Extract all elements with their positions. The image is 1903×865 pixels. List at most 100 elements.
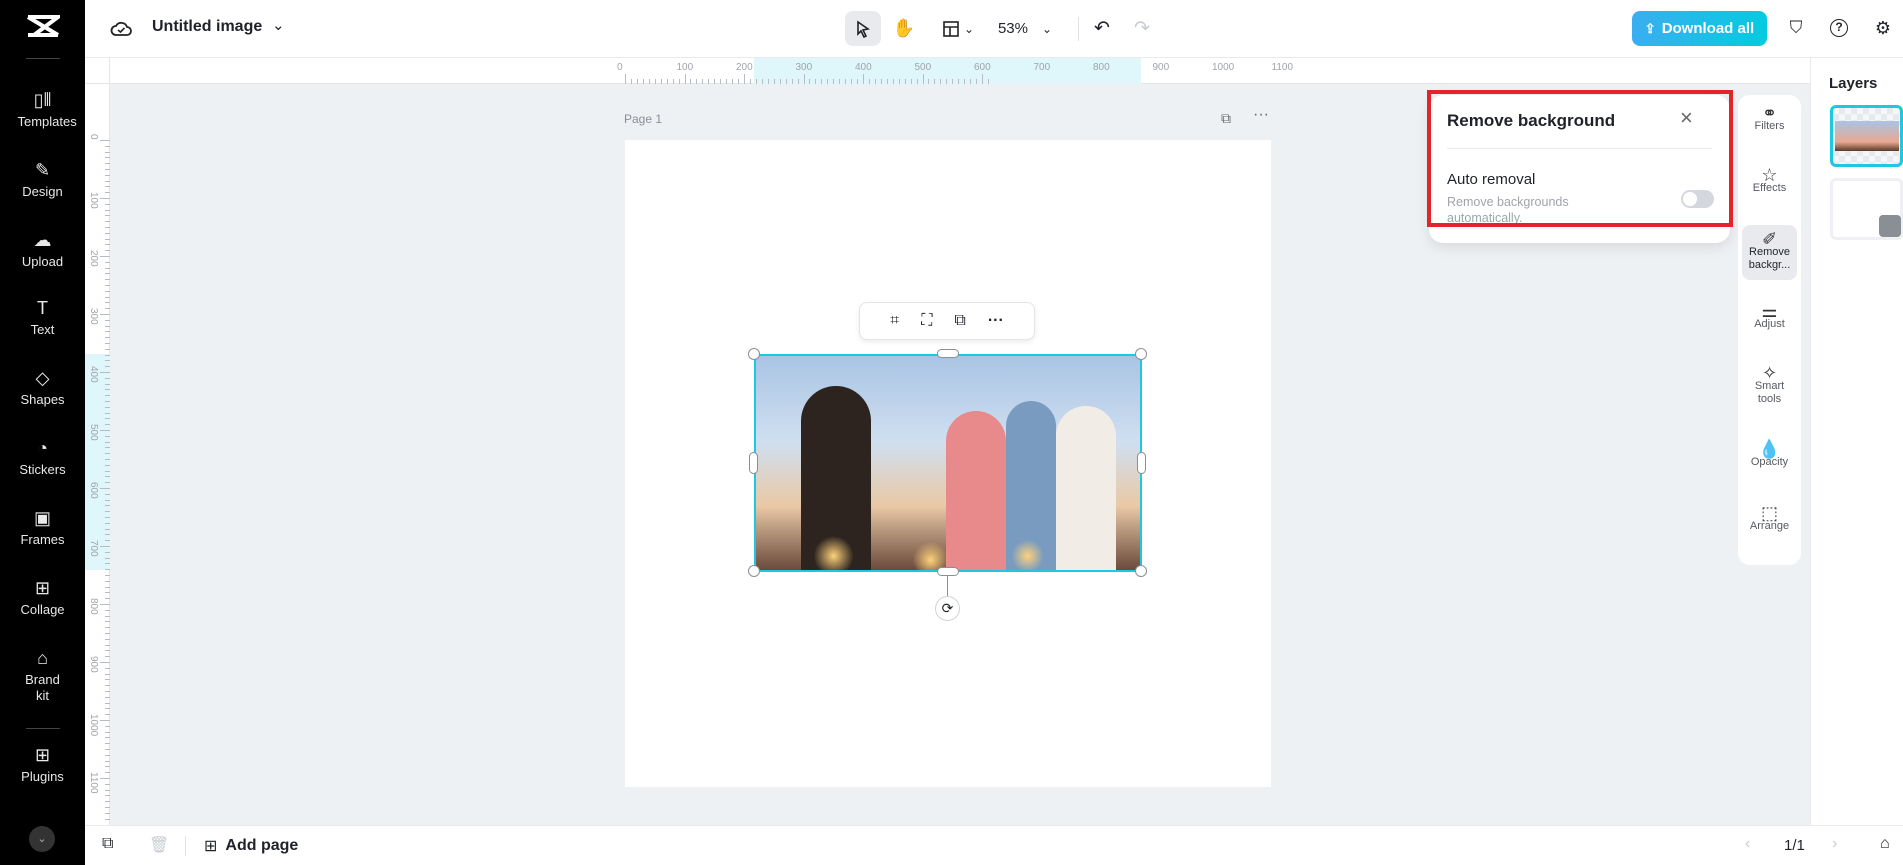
layer-thumbnail-photo[interactable] bbox=[1830, 105, 1903, 167]
duplicate-page-icon[interactable]: ⧉ bbox=[1221, 110, 1231, 127]
ruler-tick bbox=[105, 273, 110, 275]
toolbox-button[interactable]: ⌂ bbox=[1880, 835, 1890, 853]
ruler-tick bbox=[678, 79, 680, 84]
page-more-icon[interactable]: ··· bbox=[1253, 106, 1269, 124]
ruler-tick bbox=[105, 586, 110, 588]
ruler-tick bbox=[100, 430, 110, 431]
capcut-logo[interactable] bbox=[26, 14, 60, 38]
resize-handle-sw[interactable] bbox=[748, 565, 760, 577]
sidebar-item-collage[interactable]: ⊞ Collage bbox=[0, 578, 85, 618]
ruler-tick bbox=[105, 325, 110, 327]
ruler-tick bbox=[910, 79, 912, 84]
add-page-button[interactable]: ⊞ Add page bbox=[204, 833, 298, 859]
rotate-connector bbox=[947, 576, 948, 596]
ruler-tick bbox=[714, 79, 716, 84]
sidebar-item-upload[interactable]: ☁ Upload bbox=[0, 230, 85, 270]
ruler-tick bbox=[105, 656, 110, 658]
download-all-button[interactable]: ⇪ Download all bbox=[1632, 11, 1767, 46]
vertical-ruler: 0 100 200 300 400 500 600 700 800 900 1000 1100 bbox=[85, 84, 110, 825]
resize-handle-e[interactable] bbox=[1137, 452, 1146, 474]
ruler-tick bbox=[958, 79, 960, 84]
ruler-tick bbox=[105, 360, 110, 362]
tool-filters[interactable]: ⚭ Filters bbox=[1742, 104, 1797, 133]
resize-handle-w[interactable] bbox=[749, 452, 758, 474]
ruler-label: 0 bbox=[617, 62, 623, 73]
document-title[interactable]: Untitled image bbox=[152, 18, 262, 36]
ruler-tick bbox=[105, 795, 110, 797]
ruler-tick bbox=[666, 79, 668, 84]
sidebar-item-templates[interactable]: ▯⦀ Templates bbox=[0, 90, 85, 130]
sidebar-item-text[interactable]: T Text bbox=[0, 298, 85, 338]
ruler-label: 200 bbox=[736, 62, 753, 73]
zoom-dropdown[interactable]: 53% ⌄ bbox=[990, 11, 1060, 46]
ruler-tick bbox=[839, 79, 841, 84]
ruler-tick bbox=[105, 366, 110, 368]
resize-handle-se[interactable] bbox=[1135, 565, 1147, 577]
layer-thumbnail-background[interactable] bbox=[1830, 178, 1903, 240]
ruler-tick bbox=[726, 79, 728, 84]
hand-tool-button[interactable]: ✋ bbox=[889, 11, 919, 46]
more-icon[interactable]: ··· bbox=[988, 312, 1004, 330]
sidebar-item-stickers[interactable]: ◔ Stickers bbox=[0, 438, 85, 478]
tool-opacity[interactable]: 💧 Opacity bbox=[1742, 440, 1797, 469]
ruler-tick bbox=[105, 192, 110, 194]
tool-arrange[interactable]: ⬚ Arrange bbox=[1742, 503, 1797, 533]
ruler-tick bbox=[105, 812, 110, 814]
ruler-tick bbox=[105, 505, 110, 507]
title-menu-chevron-icon[interactable]: ⌄ bbox=[272, 16, 285, 34]
next-page-button[interactable]: › bbox=[1832, 835, 1837, 853]
frames-icon: ▣ bbox=[33, 508, 51, 528]
redo-button[interactable]: ↷ bbox=[1129, 11, 1155, 46]
ruler-tick bbox=[744, 74, 745, 84]
shield-check-button[interactable]: ⛉ bbox=[1782, 14, 1810, 42]
rotate-handle[interactable]: ⟳ bbox=[935, 596, 960, 621]
sidebar-item-label: Text bbox=[30, 322, 55, 337]
ruler-tick bbox=[105, 685, 110, 687]
ruler-tick bbox=[105, 609, 110, 611]
tool-adjust[interactable]: ⚌ Adjust bbox=[1742, 302, 1797, 331]
resize-handle-s[interactable] bbox=[937, 567, 959, 576]
ruler-tick bbox=[857, 79, 859, 84]
tool-effects[interactable]: ☆ Effects bbox=[1742, 166, 1797, 195]
ruler-tick bbox=[105, 760, 110, 762]
undo-button[interactable]: ↶ bbox=[1089, 11, 1115, 46]
ruler-tick bbox=[105, 186, 110, 188]
sidebar-item-design[interactable]: ✎ Design bbox=[0, 160, 85, 200]
selected-photo[interactable] bbox=[754, 354, 1142, 572]
tool-icon: ⬚ bbox=[1760, 503, 1778, 523]
resize-handle-n[interactable] bbox=[937, 349, 959, 358]
ruler-tick bbox=[702, 79, 704, 84]
ruler-tick bbox=[100, 488, 110, 489]
design-icon: ✎ bbox=[34, 160, 51, 180]
tool-remove-backgr[interactable]: ✐ Remove backgr... bbox=[1742, 225, 1797, 280]
ruler-tick bbox=[105, 673, 110, 675]
help-button[interactable]: ? bbox=[1825, 14, 1853, 42]
tool-smart-tools[interactable]: ✧ Smart tools bbox=[1742, 364, 1797, 406]
ruler-tick bbox=[105, 406, 110, 408]
duplicate-icon[interactable]: ⧉ bbox=[954, 312, 965, 330]
sidebar-item-brand-kit[interactable]: ⌂ Brand kit bbox=[0, 648, 85, 704]
ruler-tick bbox=[898, 79, 900, 84]
ruler-tick bbox=[803, 74, 805, 84]
layout-menu-button[interactable]: ⌄ bbox=[933, 11, 983, 46]
ruler-tick bbox=[105, 227, 110, 228]
sidebar-item-frames[interactable]: ▣ Frames bbox=[0, 508, 85, 548]
sidebar-item-shapes[interactable]: ◇ Shapes bbox=[0, 368, 85, 408]
ruler-label: 1000 bbox=[1212, 62, 1235, 73]
ruler-tick bbox=[105, 319, 110, 321]
ruler-tick bbox=[105, 302, 110, 304]
crop-icon[interactable]: ⌗ bbox=[890, 312, 899, 330]
resize-handle-nw[interactable] bbox=[748, 348, 760, 360]
ruler-tick bbox=[708, 79, 710, 84]
settings-button[interactable]: ⚙ bbox=[1869, 14, 1897, 42]
resize-handle-ne[interactable] bbox=[1135, 348, 1147, 360]
replace-icon[interactable]: ⛶ bbox=[921, 312, 932, 330]
hand-icon: ✋ bbox=[892, 18, 916, 38]
duplicate-page-button[interactable]: ⧉ bbox=[102, 835, 113, 853]
expand-more-button[interactable]: ⌄ bbox=[29, 826, 55, 852]
cloud-saved-icon[interactable] bbox=[110, 18, 132, 38]
delete-page-button[interactable]: 🗑 bbox=[149, 835, 169, 855]
prev-page-button[interactable]: ‹ bbox=[1745, 835, 1750, 853]
select-tool-button[interactable] bbox=[845, 11, 881, 46]
sidebar-item-plugins[interactable]: ⊞ Plugins bbox=[0, 745, 85, 785]
